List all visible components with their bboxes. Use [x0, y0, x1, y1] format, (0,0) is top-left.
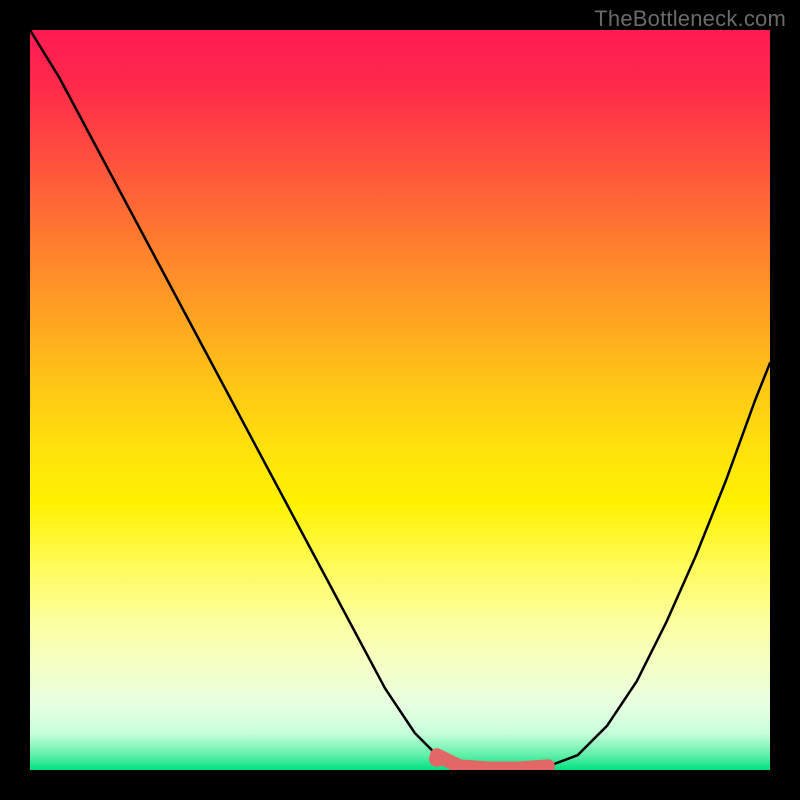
chart-frame: TheBottleneck.com — [0, 0, 800, 800]
curve-path — [30, 30, 770, 770]
highlight-band — [429, 751, 548, 769]
plot-area — [30, 30, 770, 770]
watermark-text: TheBottleneck.com — [594, 6, 786, 32]
highlight-dot — [429, 751, 445, 767]
chart-svg — [30, 30, 770, 770]
primary-curve — [30, 30, 770, 770]
highlight-path — [437, 755, 548, 768]
